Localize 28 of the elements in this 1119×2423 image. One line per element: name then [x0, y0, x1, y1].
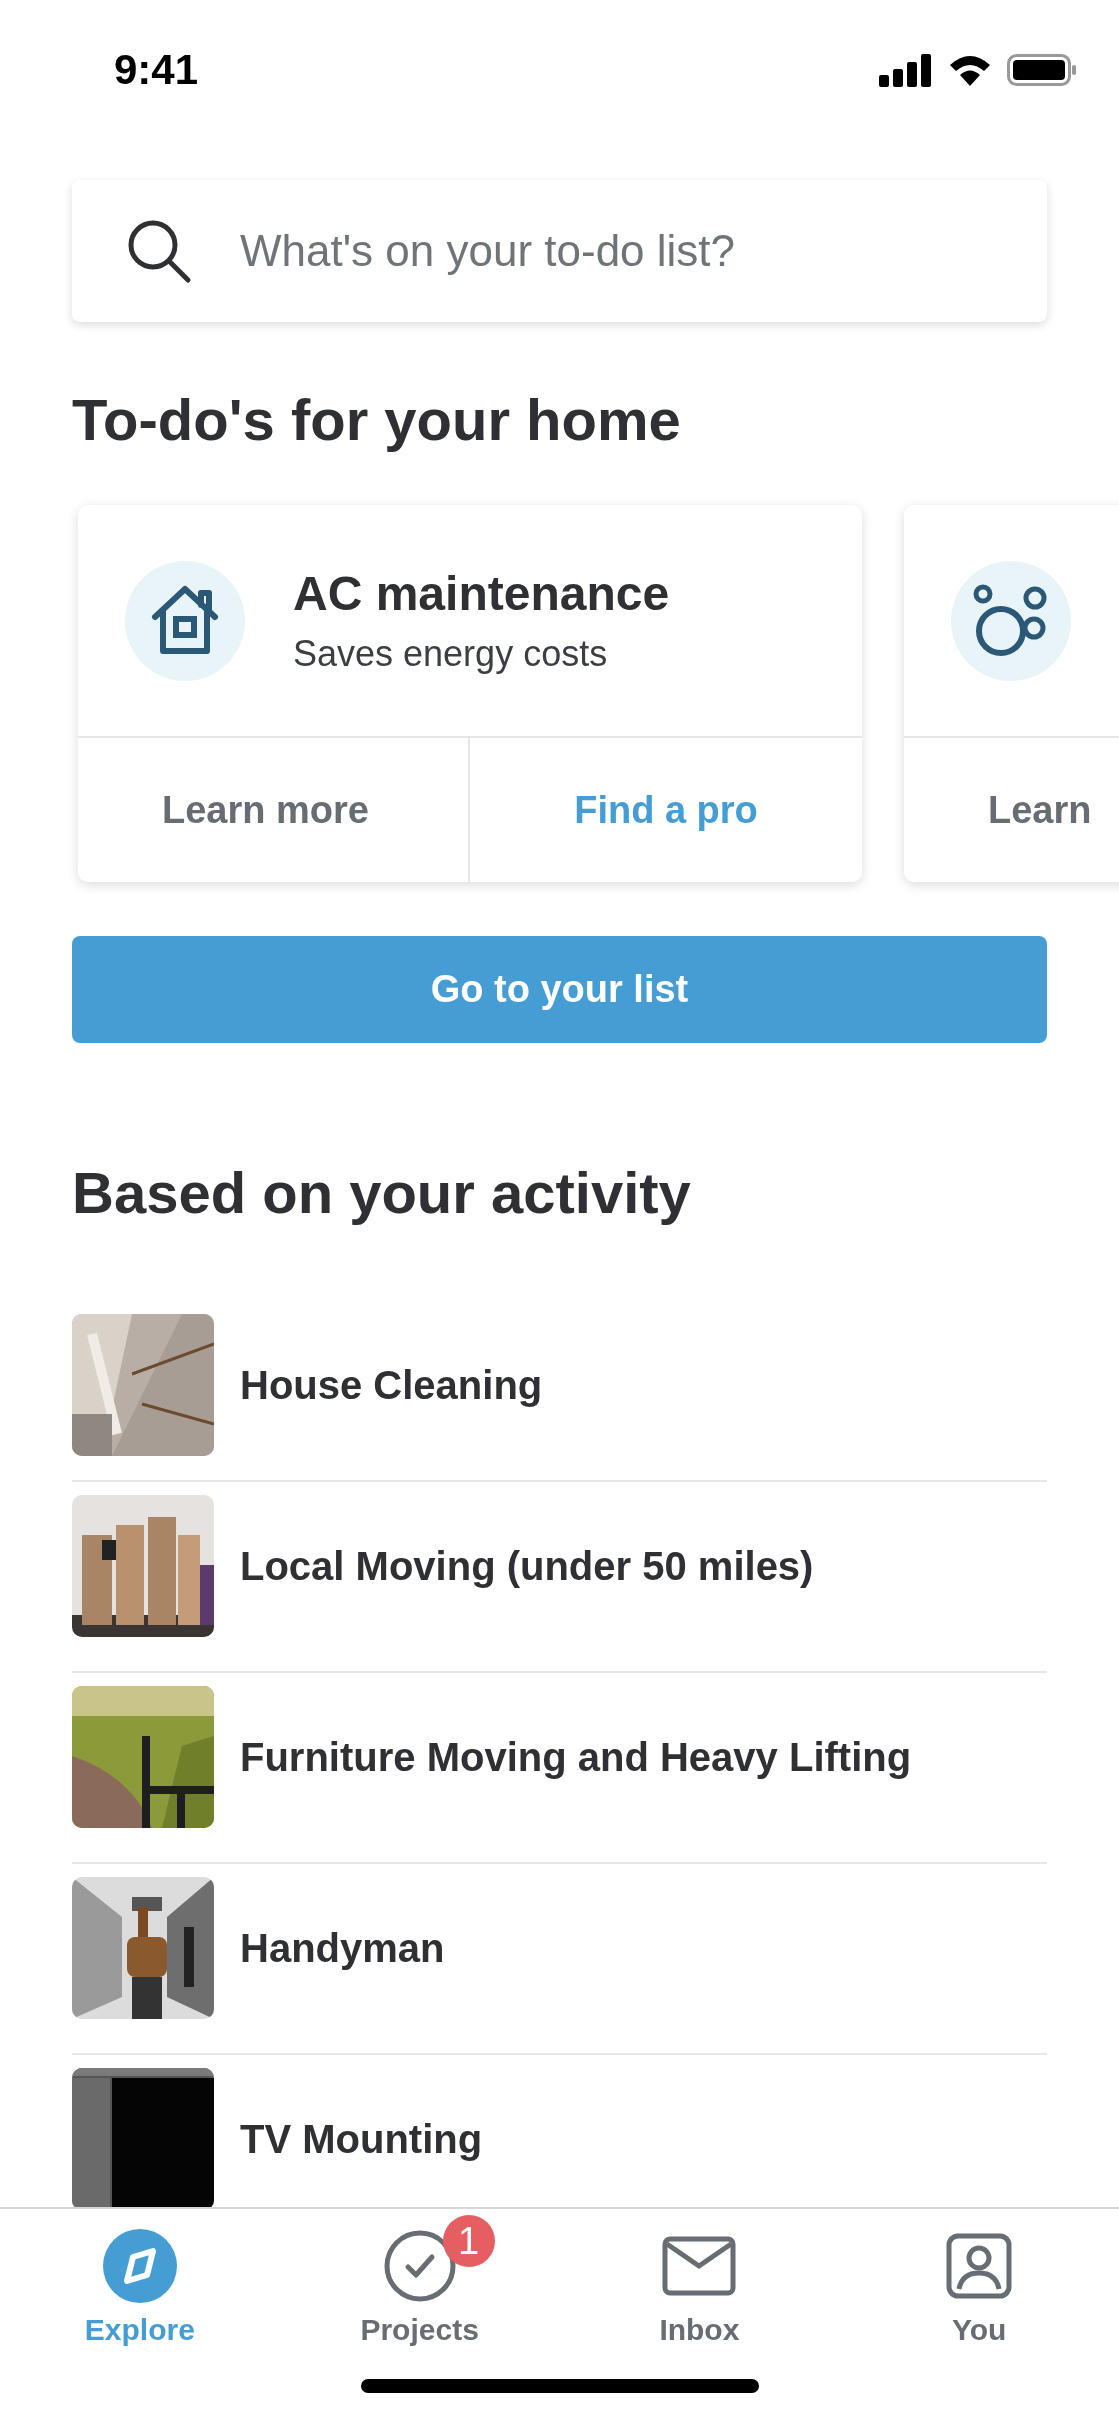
service-title[interactable]: TV Mounting [240, 2116, 483, 2162]
tab-item[interactable]: You [839, 2209, 1119, 2379]
tab-item[interactable]: Explore [0, 2209, 280, 2379]
service-title[interactable]: House Cleaning [240, 1362, 543, 1408]
tab-item[interactable]: 1 Projects [279, 2209, 560, 2379]
service-title[interactable]: Handyman [240, 1925, 445, 1971]
check-circle-icon [382, 2229, 457, 2303]
mail-icon [662, 2236, 737, 2296]
tab-item[interactable]: Inbox [559, 2209, 840, 2379]
find-pro-button[interactable]: Find a pro [470, 738, 862, 883]
learn-more-button[interactable]: Learn more [78, 738, 470, 883]
house-icon [125, 560, 245, 681]
notification-badge: 1 [442, 2215, 495, 2267]
section-heading: Based on your activity [72, 1159, 692, 1228]
learn-more-button[interactable]: Learn [904, 738, 1119, 883]
card-title: AC maintenance [293, 566, 670, 622]
status-time: 9:41 [113, 46, 199, 94]
profile-icon [946, 2233, 1013, 2299]
bubbles-icon [951, 560, 1071, 681]
compass-icon [102, 2229, 177, 2303]
battery-icon [1007, 53, 1077, 87]
search-field[interactable]: What's on your to-do list? [72, 180, 1047, 322]
service-title[interactable]: Furniture Moving and Heavy Lifting [240, 1734, 912, 1780]
card-subtitle: Saves energy costs [293, 633, 609, 676]
signal-icon [879, 53, 933, 87]
service-title[interactable]: Local Moving (under 50 miles) [240, 1543, 814, 1589]
section-heading: To-do's for your home [72, 386, 682, 454]
go-to-list-button[interactable]: Go to your list [72, 936, 1047, 1044]
